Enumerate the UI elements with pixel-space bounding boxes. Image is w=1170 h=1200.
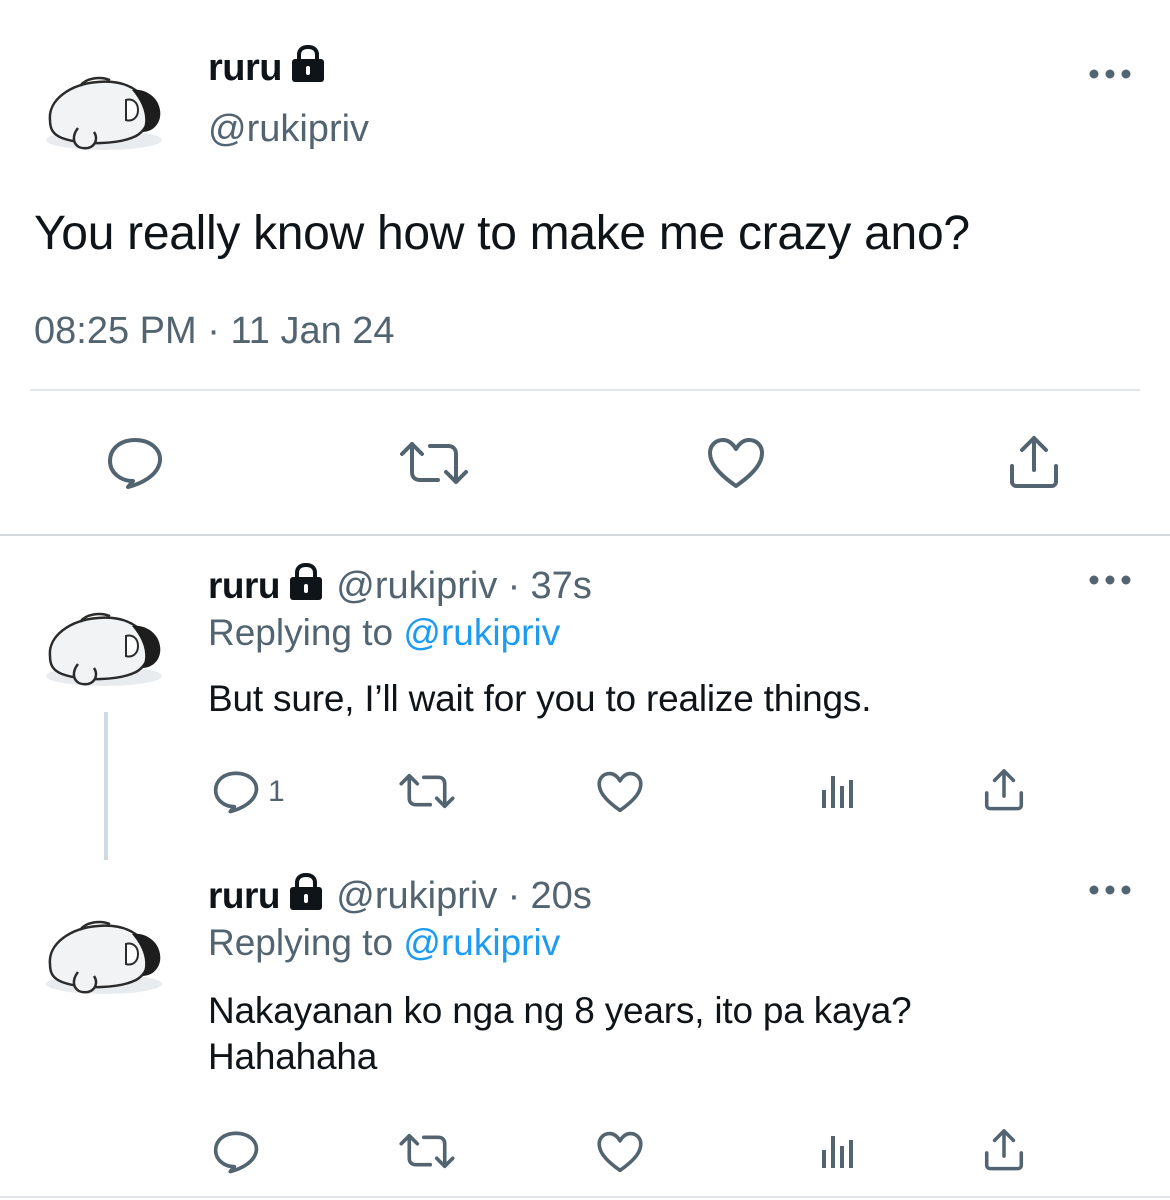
lock-icon	[286, 872, 326, 912]
share-icon	[984, 769, 1024, 811]
reply-button[interactable]	[106, 436, 164, 490]
analytics-button[interactable]	[818, 770, 858, 810]
avatar[interactable]	[40, 906, 172, 1002]
replying-prefix: Replying to	[208, 922, 394, 963]
replying-prefix: Replying to	[208, 612, 394, 653]
lock-icon	[286, 562, 326, 602]
bottom-divider	[0, 1196, 1170, 1198]
analytics-button[interactable]	[818, 1130, 858, 1170]
reply-text-line: Hahahaha	[208, 1036, 378, 1077]
separator-dot: ·	[507, 875, 521, 917]
handle[interactable]: @rukipriv	[208, 108, 369, 151]
timestamp-row: 08:25 PM · 11 Jan 24	[34, 310, 395, 353]
like-icon	[597, 1131, 643, 1173]
retweet-button[interactable]	[398, 1132, 456, 1170]
section-divider	[0, 534, 1170, 536]
display-name[interactable]: ruru	[208, 875, 281, 916]
more-options-icon[interactable]	[1088, 880, 1132, 900]
share-icon	[1010, 436, 1058, 488]
reply-text: But sure, I’ll wait for you to realize t…	[208, 678, 872, 719]
divider	[30, 389, 1140, 391]
replying-to-link[interactable]: @rukipriv	[403, 922, 560, 963]
like-icon	[708, 438, 764, 488]
handle[interactable]: @rukipriv	[336, 565, 497, 607]
time-ago[interactable]: 20s	[531, 875, 592, 917]
like-button[interactable]	[596, 770, 644, 814]
time-ago[interactable]: 37s	[531, 565, 592, 607]
share-button[interactable]	[982, 1126, 1026, 1172]
retweet-icon	[400, 442, 468, 484]
reply-author-row: ruru @rukipriv · 20s	[208, 872, 592, 918]
tweet-time[interactable]: 08:25 PM	[34, 310, 197, 352]
like-button[interactable]	[596, 1130, 644, 1174]
retweet-button[interactable]	[398, 440, 470, 486]
reply-text-line: Nakayanan ko nga ng 8 years, ito pa kaya…	[208, 990, 912, 1031]
reply-count: 1	[268, 775, 285, 808]
reply-author-row: ruru @rukipriv · 37s	[208, 562, 592, 608]
retweet-button[interactable]	[398, 772, 456, 810]
reply-icon	[108, 438, 163, 489]
handle[interactable]: @rukipriv	[336, 875, 497, 917]
more-options-icon[interactable]	[1088, 64, 1132, 84]
lock-icon	[288, 44, 328, 84]
reply-icon	[213, 1131, 259, 1174]
avatar[interactable]	[40, 62, 172, 158]
tweet-text: You really know how to make me crazy ano…	[34, 207, 970, 260]
analytics-icon	[822, 776, 853, 808]
replying-to: Replying to @rukipriv	[208, 922, 560, 964]
reply-text: Nakayanan ko nga ng 8 years, ito pa kaya…	[208, 988, 912, 1080]
reply-button[interactable]	[212, 1130, 260, 1174]
like-icon	[597, 771, 643, 813]
retweet-icon	[399, 1133, 455, 1169]
share-button[interactable]	[982, 766, 1026, 812]
display-name[interactable]: ruru	[208, 565, 281, 606]
retweet-icon	[399, 773, 455, 809]
analytics-icon	[822, 1136, 853, 1168]
like-button[interactable]	[706, 436, 766, 490]
author-row: ruru	[208, 44, 328, 90]
thread-line	[104, 712, 108, 860]
avatar[interactable]	[40, 598, 172, 694]
display-name[interactable]: ruru	[208, 47, 283, 89]
replying-to-link[interactable]: @rukipriv	[403, 612, 560, 653]
separator-dot: ·	[507, 565, 521, 607]
separator-dot: ·	[207, 310, 220, 352]
reply-button[interactable]: 1	[212, 770, 285, 814]
more-options-icon[interactable]	[1088, 570, 1132, 590]
replying-to: Replying to @rukipriv	[208, 612, 560, 654]
share-icon	[984, 1129, 1024, 1171]
tweet-date[interactable]: 11 Jan 24	[230, 310, 394, 352]
share-button[interactable]	[1006, 432, 1062, 490]
reply-icon	[213, 771, 259, 814]
